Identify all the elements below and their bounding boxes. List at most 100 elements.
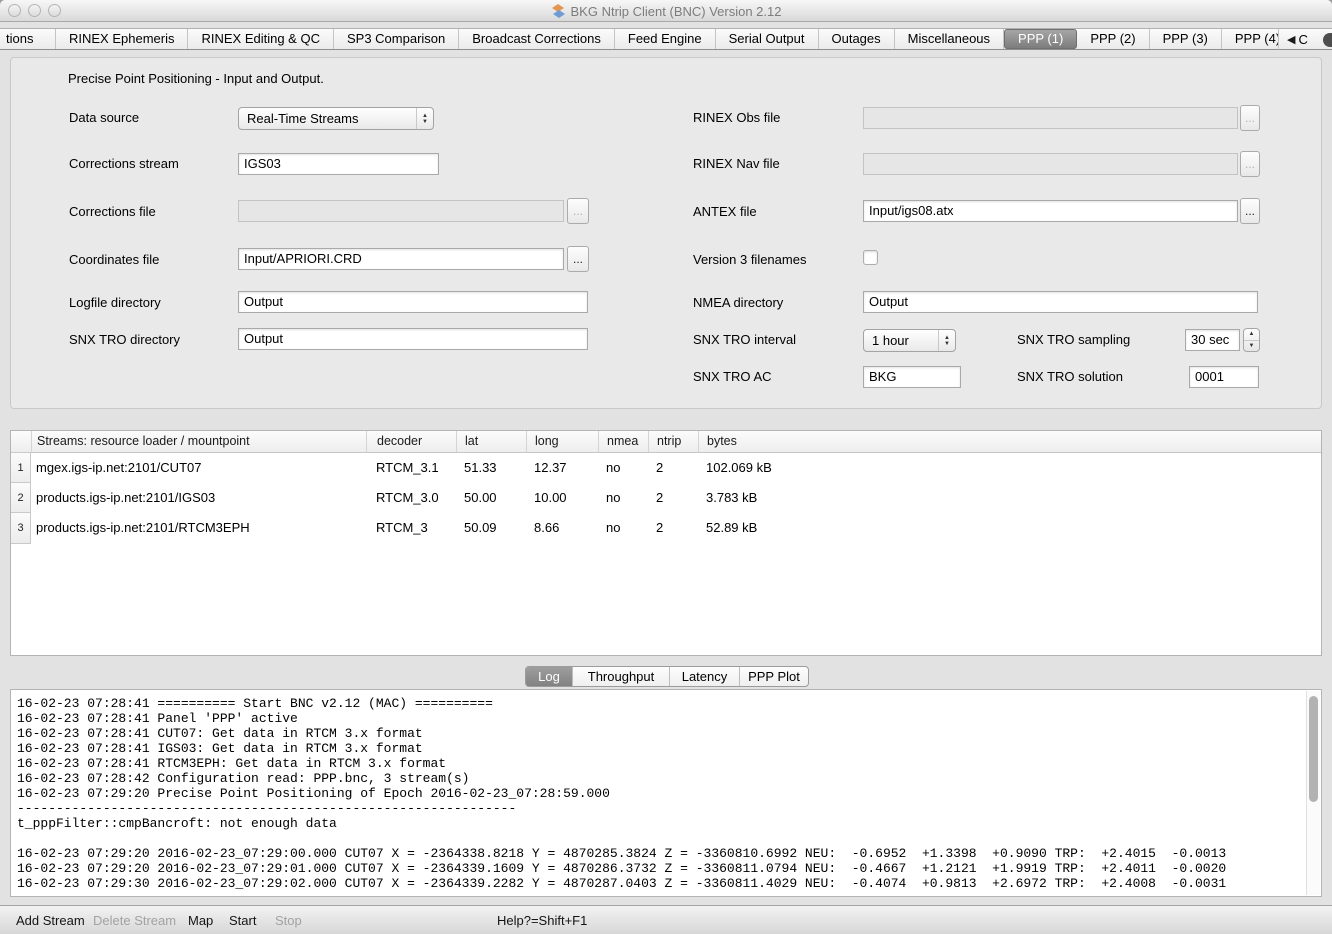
nmea-directory-input[interactable]: Output [863,291,1258,313]
coordinates-file-label: Coordinates file [69,252,159,267]
title-area: BKG Ntrip Client (BNC) Version 2.12 [0,0,1332,22]
snx-tro-interval-select[interactable]: 1 hour ▲▼ [863,329,956,352]
corrections-file-browse-button[interactable]: ... [567,198,589,224]
rinex-nav-file-input[interactable] [863,153,1238,175]
snx-tro-directory-label: SNX TRO directory [69,332,180,347]
column-header-mountpoint[interactable]: Streams: resource loader / mountpoint [31,431,366,452]
rinex-nav-file-browse-button[interactable]: ... [1240,151,1260,177]
tab-bar: tionsRINEX EphemerisRINEX Editing & QCSP… [0,28,1332,50]
tab-scroll-left-icon[interactable]: ◀ [1287,33,1295,46]
cell-mountpoint: mgex.igs-ip.net:2101/CUT07 [31,453,366,484]
row-number[interactable]: 1 [10,452,31,484]
status-bar: Help?=Shift+F1 Add Stream Delete Stream Ma… [0,905,1332,934]
log-scrollbar-thumb[interactable] [1309,696,1318,802]
cell-ntrip: 2 [648,453,698,484]
delete-stream-button: Delete Stream [93,906,176,934]
log-tab-latency[interactable]: Latency [669,667,739,686]
tab-sp3-comparison[interactable]: SP3 Comparison [334,29,459,49]
cell-decoder: RTCM_3.0 [366,483,456,514]
cell-long: 8.66 [526,513,598,544]
column-header-nmea[interactable]: nmea [598,431,648,452]
column-header-lat[interactable]: lat [456,431,526,452]
version3-filenames-checkbox[interactable] [863,250,878,265]
tab-miscellaneous[interactable]: Miscellaneous [895,29,1004,49]
snx-tro-solution-input[interactable]: 0001 [1189,366,1259,388]
rinex-obs-file-input[interactable] [863,107,1238,129]
help-shortcut-text: Help?=Shift+F1 [497,906,587,934]
corrections-stream-input[interactable]: IGS03 [238,153,439,175]
rinex-nav-file-label: RINEX Nav file [693,156,780,171]
cell-decoder: RTCM_3.1 [366,453,456,484]
log-viewport[interactable]: 16-02-23 07:28:41 ========== Start BNC v… [10,689,1322,897]
data-source-select[interactable]: Real-Time Streams ▲▼ [238,107,434,130]
tab-ppp-2[interactable]: PPP (2) [1077,29,1149,49]
snx-tro-solution-label: SNX TRO solution [1017,369,1123,384]
logfile-directory-label: Logfile directory [69,295,161,310]
antex-file-input[interactable]: Input/igs08.atx [863,200,1238,222]
snx-tro-sampling-label: SNX TRO sampling [1017,332,1130,347]
snx-tro-sampling-stepper[interactable]: ▲ ▼ [1243,328,1260,352]
corrections-file-input[interactable] [238,200,564,222]
nmea-directory-label: NMEA directory [693,295,783,310]
stream-row-3[interactable]: 3products.igs-ip.net:2101/RTCM3EPHRTCM_3… [11,513,1321,543]
cell-nmea: no [598,513,648,544]
logfile-directory-input[interactable]: Output [238,291,588,313]
cell-ntrip: 2 [648,513,698,544]
snx-tro-interval-label: SNX TRO interval [693,332,796,347]
cell-long: 12.37 [526,453,598,484]
cell-decoder: RTCM_3 [366,513,456,544]
tab-rinex-ephemeris[interactable]: RINEX Ephemeris [56,29,188,49]
combo-arrows-icon: ▲▼ [938,330,955,351]
tab-broadcast-corrections[interactable]: Broadcast Corrections [459,29,615,49]
row-number[interactable]: 3 [10,512,31,544]
log-tab-throughput[interactable]: Throughput [572,667,669,686]
stepper-up-icon[interactable]: ▲ [1244,329,1259,341]
stream-row-1[interactable]: 1mgex.igs-ip.net:2101/CUT07RTCM_3.151.33… [11,453,1321,483]
data-source-label: Data source [69,110,139,125]
version3-filenames-label: Version 3 filenames [693,252,806,267]
tab-outages[interactable]: Outages [819,29,895,49]
snx-tro-ac-label: SNX TRO AC [693,369,772,384]
column-header-ntrip[interactable]: ntrip [648,431,698,452]
start-button[interactable]: Start [229,906,256,934]
tab-serial-output[interactable]: Serial Output [716,29,819,49]
stepper-down-icon[interactable]: ▼ [1244,341,1259,352]
snx-tro-ac-input[interactable]: BKG [863,366,961,388]
map-button[interactable]: Map [188,906,213,934]
column-header-bytes[interactable]: bytes [698,431,1321,452]
snx-tro-interval-value: 1 hour [872,333,909,348]
app-logo-icon [551,4,566,19]
corrections-stream-label: Corrections stream [69,156,179,171]
tab-tions[interactable]: tions [0,29,56,49]
tab-feed-engine[interactable]: Feed Engine [615,29,716,49]
ppp-panel: Precise Point Positioning - Input and Ou… [10,57,1322,409]
log-tab-ppp-plot[interactable]: PPP Plot [739,667,808,686]
snx-tro-directory-input[interactable]: Output [238,328,588,350]
tab-ppp-3[interactable]: PPP (3) [1150,29,1222,49]
coordinates-file-browse-button[interactable]: ... [567,246,589,272]
tab-overflow: ◀ C [1278,28,1332,50]
row-number[interactable]: 2 [10,482,31,514]
streams-table: Streams: resource loader / mountpoint de… [10,430,1322,656]
add-stream-button[interactable]: Add Stream [16,906,85,934]
combo-arrows-icon: ▲▼ [416,108,433,129]
tab-partial-label[interactable]: C [1298,32,1307,47]
column-header-decoder[interactable]: decoder [366,431,456,452]
stream-row-2[interactable]: 2products.igs-ip.net:2101/IGS03RTCM_3.05… [11,483,1321,513]
tab-rinex-editing-qc[interactable]: RINEX Editing & QC [188,29,334,49]
rinex-obs-file-browse-button[interactable]: ... [1240,105,1260,131]
column-header-long[interactable]: long [526,431,598,452]
coordinates-file-input[interactable]: Input/APRIORI.CRD [238,248,564,270]
cell-bytes: 52.89 kB [698,513,1321,544]
antex-file-browse-button[interactable]: ... [1240,198,1260,224]
log-text: 16-02-23 07:28:41 ========== Start BNC v… [17,696,1301,894]
log-tab-log[interactable]: Log [526,667,572,686]
snx-tro-sampling-input[interactable]: 30 sec [1185,329,1240,351]
cell-bytes: 102.069 kB [698,453,1321,484]
tab-scroll-right-icon[interactable] [1323,33,1332,47]
table-corner-cell [11,431,31,452]
data-source-value: Real-Time Streams [247,111,358,126]
tab-ppp-1[interactable]: PPP (1) [1004,29,1077,49]
log-scrollbar-track[interactable] [1306,691,1320,895]
cell-lat: 50.00 [456,483,526,514]
